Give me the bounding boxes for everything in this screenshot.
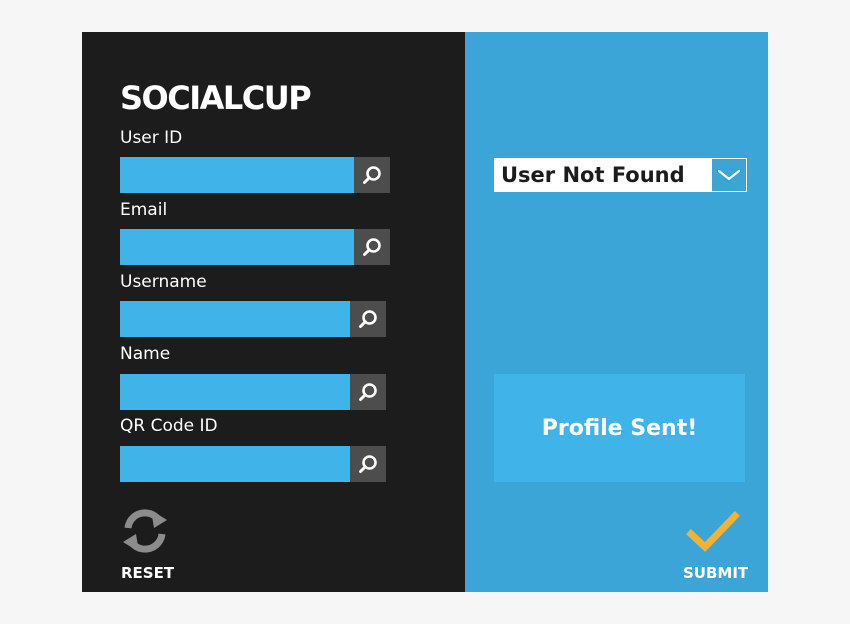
reset-button[interactable]: RESET bbox=[121, 564, 174, 582]
result-panel: User Not Found Profile Sent! SUBMIT bbox=[465, 32, 768, 592]
brand-title: SOCIALCUP bbox=[120, 79, 312, 117]
status-message: Profile Sent! bbox=[494, 374, 745, 482]
search-panel: SOCIALCUP User ID Email Username Name QR… bbox=[82, 32, 465, 592]
checkmark-icon[interactable] bbox=[685, 510, 741, 554]
qr-code-id-label: QR Code ID bbox=[120, 416, 218, 436]
submit-button[interactable]: SUBMIT bbox=[683, 564, 748, 582]
name-input[interactable] bbox=[120, 374, 350, 410]
qr-code-id-input[interactable] bbox=[120, 446, 350, 482]
search-icon bbox=[363, 238, 381, 256]
app-window: SOCIALCUP User ID Email Username Name QR… bbox=[82, 32, 768, 592]
name-label: Name bbox=[120, 344, 171, 364]
chevron-down-icon bbox=[717, 169, 741, 181]
username-label: Username bbox=[120, 272, 207, 292]
user-id-label: User ID bbox=[120, 128, 183, 148]
user-id-search-button[interactable] bbox=[354, 157, 390, 193]
dropdown-toggle[interactable] bbox=[712, 159, 746, 191]
username-search-button[interactable] bbox=[350, 301, 386, 337]
email-label: Email bbox=[120, 200, 168, 220]
search-icon bbox=[359, 383, 377, 401]
name-search-button[interactable] bbox=[350, 374, 386, 410]
username-input[interactable] bbox=[120, 301, 350, 337]
lookup-result-value: User Not Found bbox=[501, 163, 685, 187]
search-icon bbox=[359, 455, 377, 473]
search-icon bbox=[359, 310, 377, 328]
email-input[interactable] bbox=[120, 229, 354, 265]
lookup-result-select[interactable]: User Not Found bbox=[494, 158, 747, 192]
qr-code-id-search-button[interactable] bbox=[350, 446, 386, 482]
search-icon bbox=[363, 166, 381, 184]
user-id-input[interactable] bbox=[120, 157, 354, 193]
refresh-icon[interactable] bbox=[120, 506, 170, 556]
email-search-button[interactable] bbox=[354, 229, 390, 265]
